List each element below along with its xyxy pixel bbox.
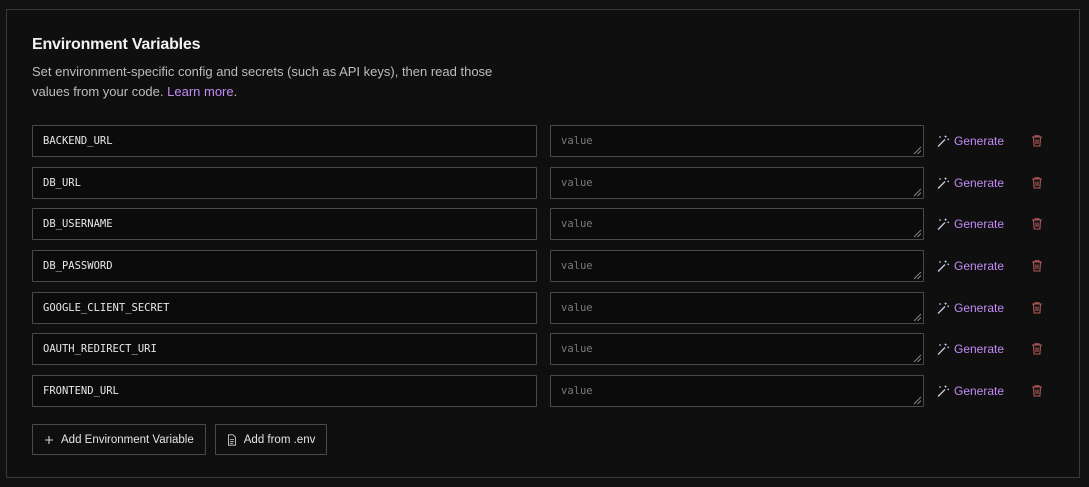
generate-button[interactable]: Generate <box>936 167 1004 199</box>
description-text: Set environment-specific config and secr… <box>32 64 493 99</box>
variable-key-input[interactable] <box>32 291 537 324</box>
magic-wand-icon <box>936 384 950 398</box>
plus-icon <box>44 435 54 445</box>
variable-key-input[interactable] <box>32 250 537 283</box>
generate-label: Generate <box>954 300 1005 315</box>
section-description: Set environment-specific config and secr… <box>32 62 502 102</box>
trash-icon <box>1029 341 1045 357</box>
description-period: . <box>233 84 238 99</box>
add-environment-variable-button[interactable]: Add Environment Variable <box>32 424 206 455</box>
variable-value-input[interactable] <box>550 125 924 157</box>
variable-key-input[interactable] <box>32 125 537 157</box>
file-icon <box>227 433 237 446</box>
generate-button[interactable]: Generate <box>936 125 1004 157</box>
trash-icon <box>1029 216 1045 232</box>
variable-value-input[interactable] <box>550 208 924 241</box>
generate-label: Generate <box>954 175 1005 190</box>
action-bar: Add Environment Variable Add from .env <box>32 424 328 455</box>
delete-variable-button[interactable] <box>1029 300 1045 316</box>
learn-more-link[interactable]: Learn more <box>167 84 233 99</box>
generate-label: Generate <box>954 217 1005 232</box>
variable-value-input[interactable] <box>550 291 924 324</box>
generate-label: Generate <box>954 259 1005 274</box>
environment-variables-panel: Environment Variables Set environment-sp… <box>6 9 1080 478</box>
generate-label: Generate <box>954 384 1005 399</box>
add-from-env-label: Add from .env <box>243 433 316 446</box>
variable-value-input[interactable] <box>550 250 924 283</box>
generate-button[interactable]: Generate <box>936 292 1004 324</box>
variable-key-input[interactable] <box>32 375 537 408</box>
variable-value-input[interactable] <box>550 333 924 366</box>
generate-label: Generate <box>954 342 1005 357</box>
generate-button[interactable]: Generate <box>936 208 1004 240</box>
magic-wand-icon <box>936 342 950 356</box>
delete-variable-button[interactable] <box>1029 341 1045 357</box>
magic-wand-icon <box>936 176 950 190</box>
variable-value-input[interactable] <box>550 375 924 408</box>
delete-variable-button[interactable] <box>1029 133 1045 149</box>
trash-icon <box>1029 300 1045 316</box>
trash-icon <box>1029 258 1045 274</box>
generate-button[interactable]: Generate <box>936 375 1004 407</box>
section-title: Environment Variables <box>32 36 201 53</box>
add-environment-variable-label: Add Environment Variable <box>61 433 194 446</box>
trash-icon <box>1029 133 1045 149</box>
delete-variable-button[interactable] <box>1029 175 1045 191</box>
generate-button[interactable]: Generate <box>936 333 1004 365</box>
add-from-env-button[interactable]: Add from .env <box>214 424 328 455</box>
delete-variable-button[interactable] <box>1029 258 1045 274</box>
generate-button[interactable]: Generate <box>936 250 1004 282</box>
magic-wand-icon <box>936 217 950 231</box>
trash-icon <box>1029 175 1045 191</box>
variable-value-input[interactable] <box>550 166 924 199</box>
trash-icon <box>1029 383 1045 399</box>
magic-wand-icon <box>936 259 950 273</box>
generate-label: Generate <box>954 134 1005 148</box>
magic-wand-icon <box>936 301 950 315</box>
variable-key-input[interactable] <box>32 208 537 241</box>
delete-variable-button[interactable] <box>1029 383 1045 399</box>
magic-wand-icon <box>936 134 950 148</box>
delete-variable-button[interactable] <box>1029 216 1045 232</box>
variable-key-input[interactable] <box>32 166 537 199</box>
variable-key-input[interactable] <box>32 333 537 366</box>
